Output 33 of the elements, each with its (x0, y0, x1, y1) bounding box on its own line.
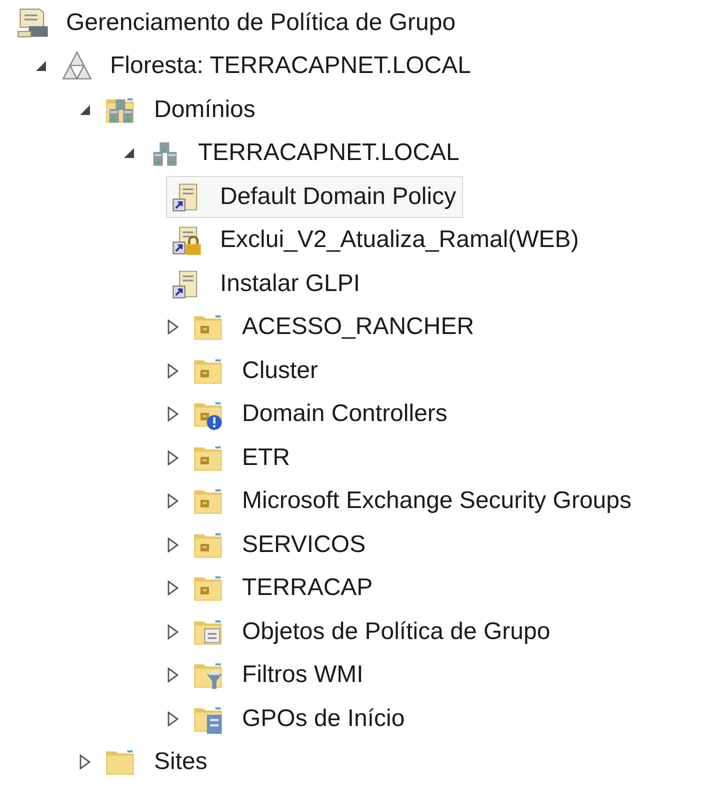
tree-item[interactable]: Microsoft Exchange Security Groups (188, 480, 638, 522)
tree-item[interactable]: Floresta: TERRACAPNET.LOCAL (56, 45, 478, 88)
expand-toggle[interactable] (123, 147, 135, 160)
tree-item[interactable]: Gerenciamento de Política de Grupo (12, 2, 463, 44)
tree-item[interactable]: TERRACAP (188, 567, 380, 610)
tree-item[interactable]: GPOs de Início (188, 698, 412, 740)
tree-item[interactable]: Sites (100, 741, 214, 784)
expand-toggle[interactable] (79, 754, 91, 770)
tree-item[interactable]: Cluster (188, 350, 326, 392)
expand-toggle[interactable] (167, 710, 179, 727)
tree-item[interactable]: Domínios (100, 88, 262, 131)
tree-item[interactable]: Filtros WMI (188, 654, 370, 696)
tree-item[interactable]: SERVICOS (188, 524, 373, 566)
tree-item[interactable]: Exclui_V2_Atualiza_Ramal(WEB) (166, 219, 586, 262)
tree-item[interactable]: ETR (188, 436, 297, 479)
tree-item[interactable]: Default Domain Policy (166, 176, 464, 218)
expand-toggle[interactable] (167, 493, 179, 510)
expand-toggle[interactable] (35, 60, 47, 72)
expand-toggle[interactable] (167, 319, 179, 336)
tree-item[interactable]: TERRACAPNET.LOCAL (144, 132, 466, 174)
expand-toggle[interactable] (167, 450, 179, 466)
tree-item[interactable]: Objetos de Política de Grupo (188, 610, 558, 653)
tree-item[interactable]: Instalar GLPI (166, 262, 368, 305)
console-icon (16, 6, 50, 40)
expand-toggle[interactable] (167, 624, 179, 640)
expand-toggle[interactable] (167, 580, 179, 596)
tree-item[interactable]: Domain Controllers (188, 393, 454, 436)
expand-toggle[interactable] (167, 362, 179, 379)
expand-toggle[interactable] (167, 667, 179, 684)
expand-toggle[interactable] (79, 104, 91, 116)
expand-toggle[interactable] (167, 536, 179, 553)
tree-item[interactable]: ACESSO_RANCHER (188, 306, 482, 348)
expand-toggle[interactable] (167, 406, 179, 422)
